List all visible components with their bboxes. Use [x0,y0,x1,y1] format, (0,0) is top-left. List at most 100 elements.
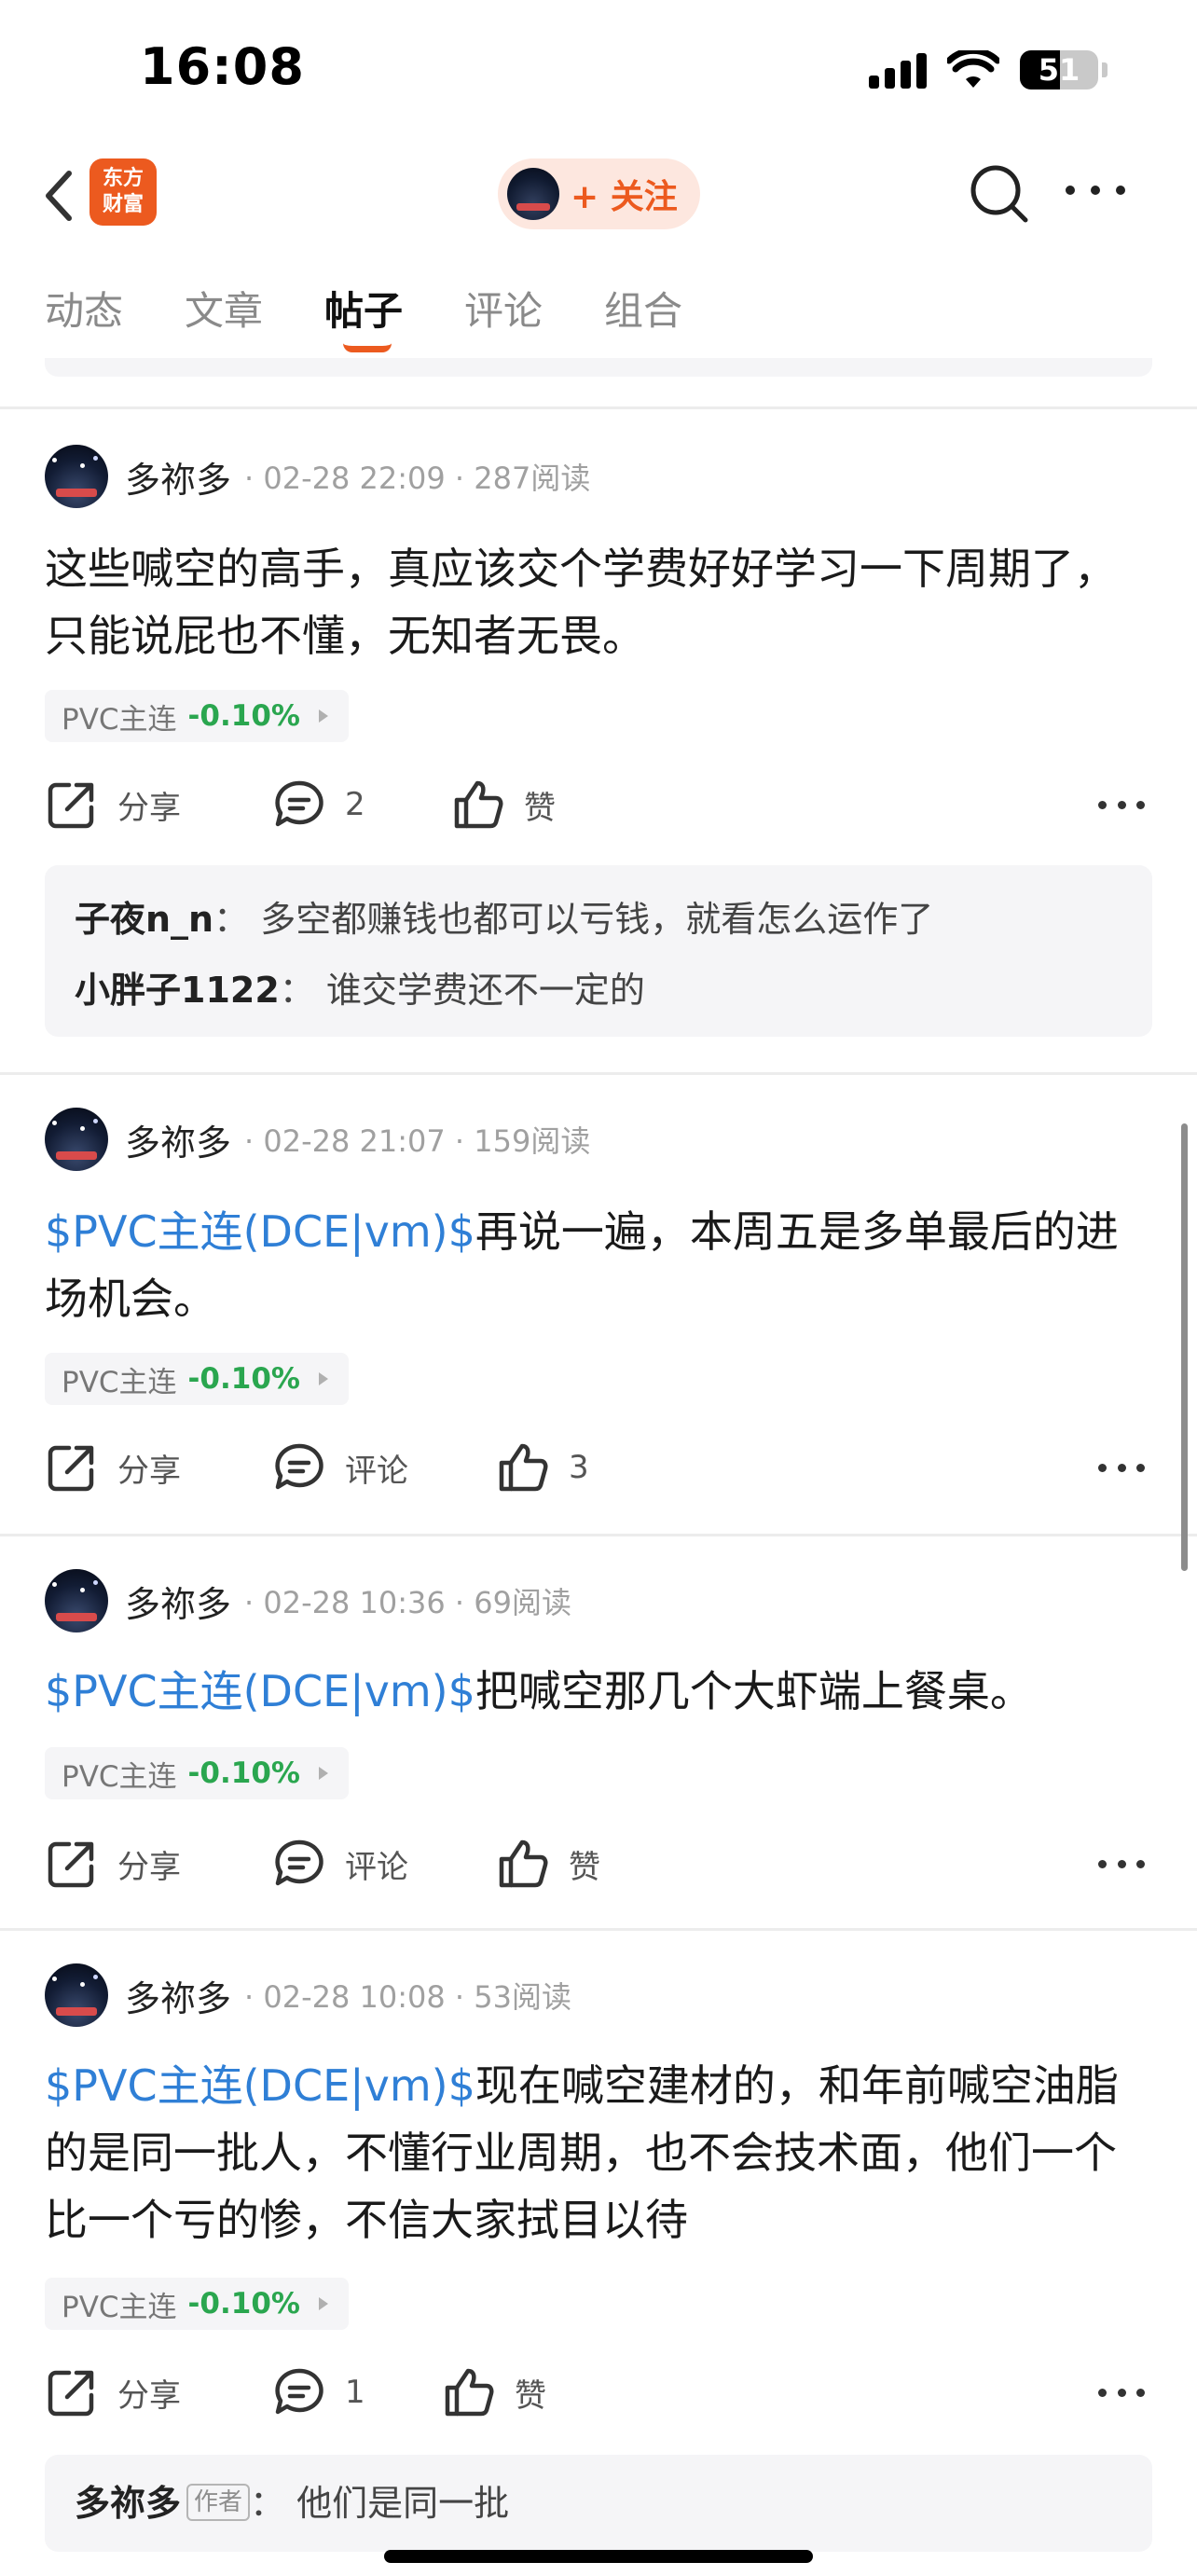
thumbs-up-icon [445,2368,494,2417]
stock-tag-change: -0.10% [187,1756,300,1790]
app-logo[interactable]: 东方 财富 [89,158,157,226]
tab-bar: 动态 文章 帖子 评论 组合 [0,270,1197,354]
like-button[interactable]: 3 [496,1435,589,1500]
post-header: 多祢多 · 02-28 10:08 · 53阅读 [45,1963,571,2028]
post-item[interactable]: 多祢多 · 02-28 10:36 · 69阅读 $PVC主连(DCE|vm)$… [0,1568,1197,1932]
chevron-right-icon [318,2297,328,2310]
divider [0,1928,1197,1931]
post-body[interactable]: $PVC主连(DCE|vm)$现在喊空建材的，和年前喊空油脂的是同一批人，不懂行… [45,2052,1152,2253]
post-actions: 分享 1 赞 [45,2360,1152,2425]
reply-item[interactable]: 子夜n_n： 多空都赚钱也都可以亏钱，就看怎么运作了 [75,880,1122,958]
like-button[interactable]: 赞 [496,1831,600,1896]
comment-icon [275,2368,323,2415]
like-button[interactable]: 赞 [442,2360,546,2425]
like-count: 3 [569,1449,589,1486]
stock-tag[interactable]: PVC主连 -0.10% [45,1747,349,1799]
stock-tag-name: PVC主连 [62,1365,177,1399]
author-name[interactable]: 多祢多 [125,1970,231,2021]
reply-preview[interactable]: 多祢多 作者： 他们是同一批 [45,2455,1152,2552]
tab-portfolio[interactable]: 组合 [604,280,682,337]
stock-tag-name: PVC主连 [62,2290,177,2324]
thumbs-up-icon [499,1443,548,1492]
comment-count: 1 [345,2374,365,2411]
share-button[interactable]: 分享 [45,2360,181,2425]
share-icon [48,2370,94,2417]
thumbs-up-icon [499,1839,548,1888]
home-indicator[interactable] [384,2550,813,2563]
author-name[interactable]: 多祢多 [125,1576,231,1627]
stock-link[interactable]: $PVC主连(DCE|vm)$ [45,1206,475,1257]
comment-count: 2 [345,786,365,823]
post-item[interactable]: 多祢多 · 02-28 21:07 · 159阅读 $PVC主连(DCE|vm)… [0,1107,1197,1536]
comment-button[interactable]: 1 [272,2360,365,2425]
search-icon[interactable] [966,160,1031,226]
scrollbar[interactable] [1181,1123,1188,1571]
more-icon[interactable] [1098,2360,1145,2425]
reply-item[interactable]: 小胖子1122： 谁交学费还不一定的 [75,951,1122,1029]
status-icons: 51 [869,47,1108,93]
tab-comments[interactable]: 评论 [464,280,543,337]
follow-button[interactable]: + 关注 [498,158,700,229]
stock-tag-change: -0.10% [187,1362,300,1396]
comment-icon [275,1443,323,1490]
post-meta: · 02-28 10:36 · 69阅读 [244,1585,571,1620]
share-button[interactable]: 分享 [45,1831,181,1896]
wifi-icon [947,50,999,88]
post-actions: 分享 2 赞 [45,772,1152,837]
chevron-right-icon [318,1767,328,1780]
reply-preview[interactable]: 子夜n_n： 多空都赚钱也都可以亏钱，就看怎么运作了 小胖子1122： 谁交学费… [45,865,1152,1037]
share-button[interactable]: 分享 [45,772,181,837]
share-button[interactable]: 分享 [45,1435,181,1500]
post-body[interactable]: 这些喊空的高手，真应该交个学费好好学习一下周期了，只能说屁也不懂，无知者无畏。 [45,535,1152,669]
post-body[interactable]: $PVC主连(DCE|vm)$再说一遍，本周五是多单最后的进场机会。 [45,1198,1152,1332]
reply-item[interactable]: 多祢多 作者： 他们是同一批 [75,2464,1122,2542]
tab-posts[interactable]: 帖子 [324,280,403,337]
post-item[interactable]: 多祢多 · 02-28 22:09 · 287阅读 这些喊空的高手，真应该交个学… [0,444,1197,1078]
avatar[interactable] [45,1569,108,1632]
post-body[interactable]: $PVC主连(DCE|vm)$把喊空那几个大虾端上餐桌。 [45,1658,1152,1725]
comment-button[interactable]: 评论 [272,1435,408,1500]
more-icon[interactable] [1063,181,1128,200]
chevron-right-icon [318,709,328,723]
post-header: 多祢多 · 02-28 10:36 · 69阅读 [45,1568,571,1633]
stock-tag[interactable]: PVC主连 -0.10% [45,2278,349,2330]
like-count: 赞 [515,2376,546,2415]
previous-replies-edge [45,358,1152,377]
stock-tag[interactable]: PVC主连 -0.10% [45,1353,349,1405]
back-icon[interactable] [37,168,84,224]
avatar[interactable] [45,445,108,508]
divider [0,1534,1197,1536]
post-header: 多祢多 · 02-28 21:07 · 159阅读 [45,1107,590,1172]
author-name[interactable]: 多祢多 [125,1114,231,1165]
more-icon[interactable] [1098,1435,1145,1500]
share-icon [48,782,94,829]
stock-tag-change: -0.10% [187,699,300,733]
avatar[interactable] [45,1108,108,1171]
tab-articles[interactable]: 文章 [185,280,263,337]
post-item[interactable]: 多祢多 · 02-28 10:08 · 53阅读 $PVC主连(DCE|vm)$… [0,1963,1197,2559]
author-name[interactable]: 多祢多 [125,451,231,503]
more-icon[interactable] [1098,1831,1145,1896]
follow-label: + 关注 [571,178,678,216]
post-meta: · 02-28 10:08 · 53阅读 [244,1979,571,2015]
chevron-right-icon [318,1372,328,1385]
author-badge: 作者 [186,2484,251,2521]
stock-tag[interactable]: PVC主连 -0.10% [45,690,349,742]
comment-button[interactable]: 评论 [272,1831,408,1896]
more-icon[interactable] [1098,772,1145,837]
signal-icon [869,51,927,89]
status-bar: 16:08 51 [0,0,1197,140]
comment-button[interactable]: 2 [272,772,365,837]
stock-tag-change: -0.10% [187,2287,300,2321]
stock-link[interactable]: $PVC主连(DCE|vm)$ [45,1666,475,1716]
like-count: 赞 [524,789,556,827]
like-count: 赞 [569,1848,600,1886]
like-button[interactable]: 赞 [451,772,556,837]
post-meta: · 02-28 22:09 · 287阅读 [244,461,591,496]
battery-icon: 51 [1020,50,1098,90]
avatar[interactable] [45,1963,108,2027]
active-tab-indicator [343,343,392,352]
tab-dongtai[interactable]: 动态 [45,280,123,337]
stock-link[interactable]: $PVC主连(DCE|vm)$ [45,2060,475,2111]
share-icon [48,1841,94,1888]
